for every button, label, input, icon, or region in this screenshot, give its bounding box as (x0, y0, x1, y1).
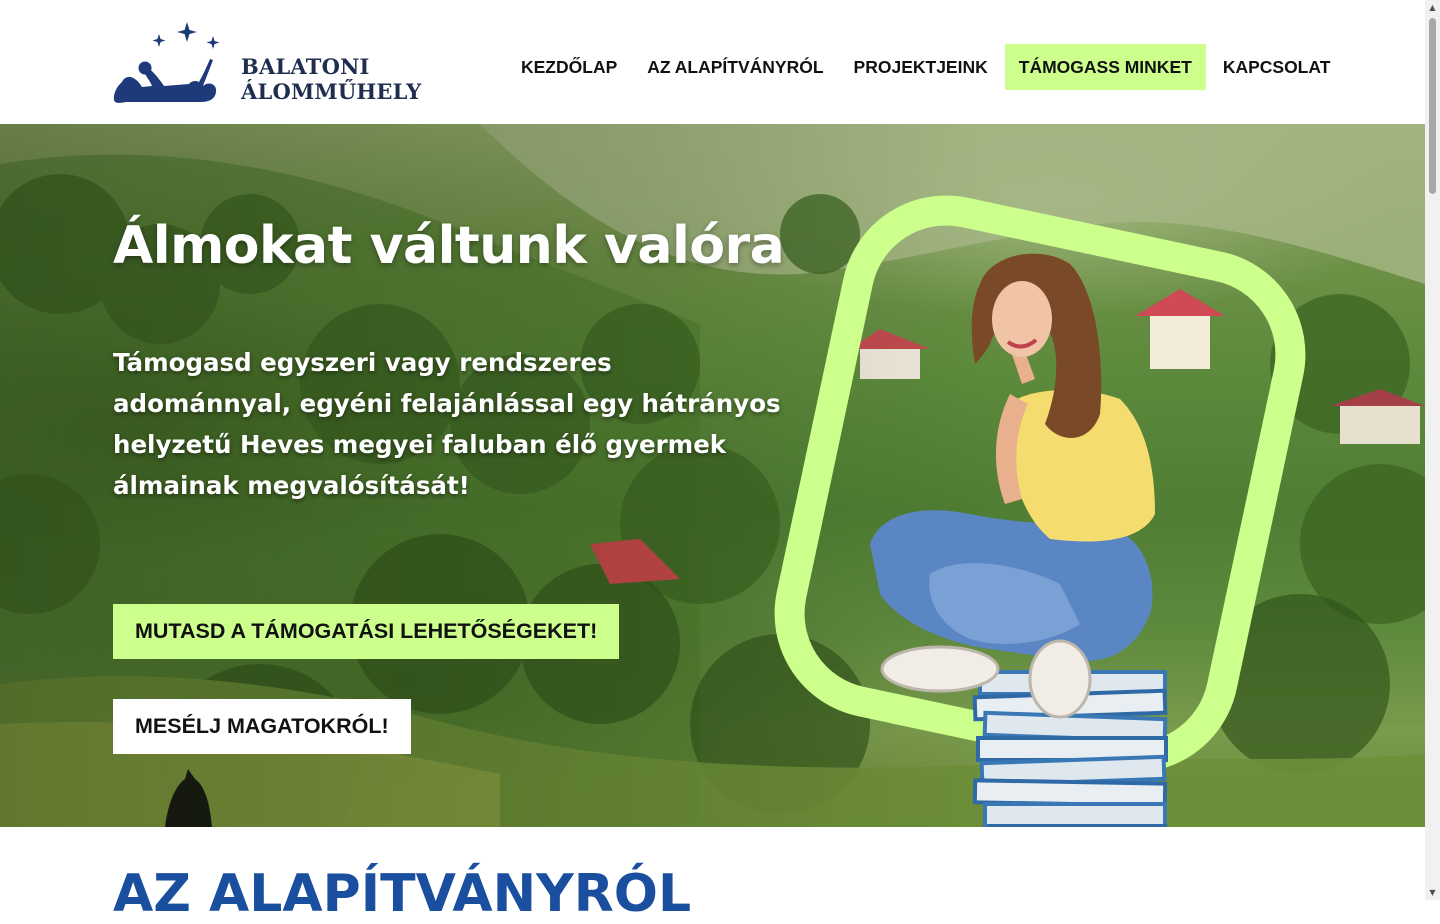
hero-section: Álmokat váltunk valóra Támogasd egyszeri… (0, 124, 1425, 827)
nav-item-contact[interactable]: KAPCSOLAT (1208, 44, 1346, 90)
scroll-down-arrow-icon[interactable]: ▼ (1425, 885, 1440, 900)
about-section-heading: AZ ALAPÍTVÁNYRÓL (113, 864, 692, 924)
logo-text: BALATONI ÁLOMMŰHELY (241, 54, 421, 104)
main-nav: KEZDŐLAP AZ ALAPÍTVÁNYRÓL PROJEKTJEINK T… (506, 44, 1345, 90)
scroll-thumb[interactable] (1429, 18, 1436, 194)
site-header: BALATONI ÁLOMMŰHELY KEZDŐLAP AZ ALAPÍTVÁ… (0, 0, 1425, 124)
page-scrollbar[interactable]: ▲ ▼ (1425, 0, 1440, 900)
dreaming-person-stars-icon (113, 22, 220, 103)
site-logo[interactable]: BALATONI ÁLOMMŰHELY (112, 20, 422, 110)
girl-sitting-on-books-icon (774, 195, 1306, 827)
hero-description: Támogasd egyszeri vagy rendszeres adomán… (113, 348, 781, 500)
hero-title: Álmokat váltunk valóra (113, 216, 785, 276)
scroll-up-arrow-icon[interactable]: ▲ (1425, 0, 1440, 15)
logo-line-2: ÁLOMMŰHELY (241, 79, 422, 104)
show-support-options-button[interactable]: MUTASD A TÁMOGATÁSI LEHETŐSÉGEKET! (113, 604, 620, 659)
tell-about-yourself-button[interactable]: MESÉLJ MAGATOKRÓL! (113, 699, 411, 754)
nav-item-home[interactable]: KEZDŐLAP (506, 44, 632, 90)
nav-item-about[interactable]: AZ ALAPÍTVÁNYRÓL (632, 44, 838, 90)
nav-item-support-us[interactable]: TÁMOGASS MINKET (1004, 44, 1206, 90)
nav-item-projects[interactable]: PROJEKTJEINK (839, 44, 1003, 90)
logo-line-1: BALATONI (241, 54, 370, 79)
